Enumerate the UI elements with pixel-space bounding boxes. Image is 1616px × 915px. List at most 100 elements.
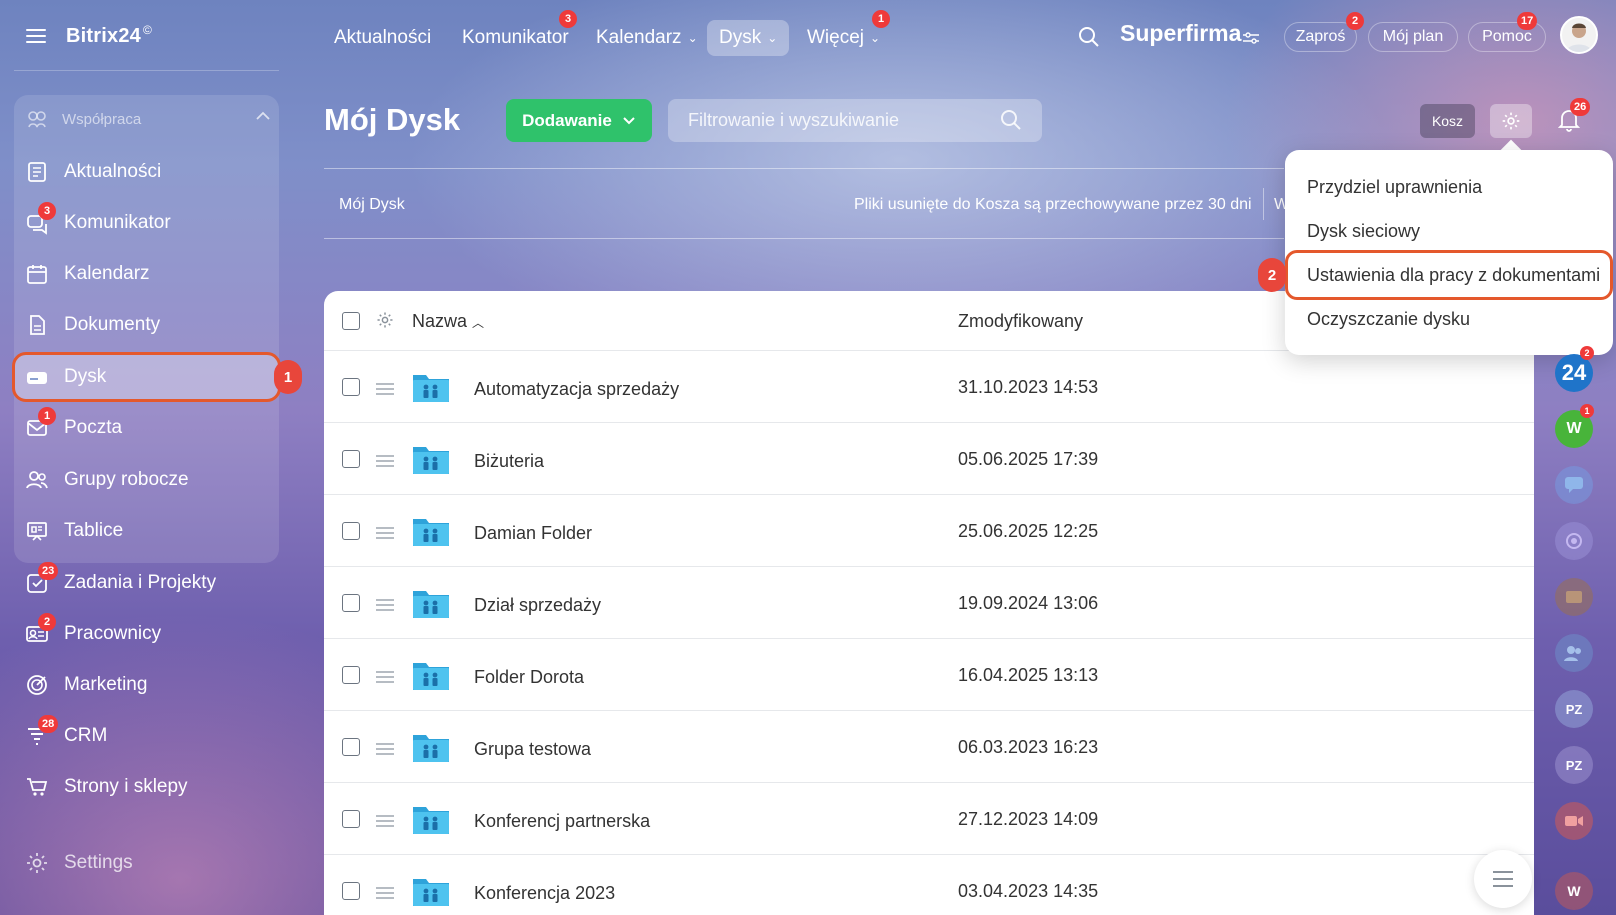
sidebar-item-tasks[interactable]: 23 Zadania i Projekty (14, 560, 279, 606)
row-checkbox[interactable] (342, 666, 360, 684)
chevron-down-icon: ⌄ (870, 31, 881, 45)
sidebar-item-employees[interactable]: 2 Pracownicy (14, 611, 279, 657)
table-row[interactable]: Konferencja 2023 03.04.2023 14:35 (324, 855, 1534, 915)
row-checkbox[interactable] (342, 738, 360, 756)
menu-item-permissions[interactable]: Przydziel uprawnienia (1307, 177, 1482, 198)
highlight-ring-document-settings (1285, 250, 1613, 300)
list-menu-button[interactable] (1474, 850, 1532, 908)
modified-date: 31.10.2023 14:53 (958, 377, 1099, 397)
drag-handle-icon[interactable] (376, 815, 394, 830)
sidebar-item-marketing[interactable]: Marketing (14, 662, 279, 708)
logo[interactable]: Bitrix24 (66, 25, 141, 48)
select-all-checkbox[interactable] (342, 312, 360, 330)
file-name[interactable]: Automatyzacja sprzedaży (474, 379, 679, 400)
sidebar-item-crm[interactable]: 28 CRM (14, 713, 279, 759)
table-row[interactable]: Folder Dorota 16.04.2025 13:13 (324, 639, 1534, 711)
user-avatar[interactable] (1560, 16, 1598, 54)
nav-item-drive[interactable]: Dysk ⌄ (707, 20, 790, 56)
shared-folder-icon (413, 591, 449, 618)
sidebar-item-label: Tablice (64, 520, 124, 541)
users-icon (26, 471, 48, 489)
drag-handle-icon[interactable] (376, 599, 394, 614)
table-row[interactable]: Konferencj partnerska 27.12.2023 14:09 (324, 783, 1534, 855)
file-name[interactable]: Folder Dorota (474, 667, 584, 688)
drag-handle-icon[interactable] (376, 455, 394, 470)
file-name[interactable]: Grupa testowa (474, 739, 591, 760)
gear-icon (27, 853, 47, 873)
drag-handle-icon[interactable] (376, 527, 394, 542)
sidebar-item-workgroups[interactable]: Grupy robocze (14, 457, 279, 503)
drag-handle-icon[interactable] (376, 743, 394, 758)
sidebar-item-mail[interactable]: 1 Poczta (14, 405, 279, 451)
sidebar-item-boards[interactable]: Tablice (14, 508, 279, 554)
sidebar-item-label: CRM (64, 725, 108, 746)
document-icon (30, 315, 45, 335)
filter-search-input[interactable]: Filtrowanie i wyszukiwanie (668, 99, 1042, 142)
video-call-rail-button[interactable] (1555, 802, 1593, 840)
file-name[interactable]: Damian Folder (474, 523, 592, 544)
table-row[interactable]: Dział sprzedaży 19.09.2024 13:06 (324, 567, 1534, 639)
nav-item-more[interactable]: Więcej ⌄ (807, 20, 880, 56)
invite-button[interactable]: Zaproś (1284, 22, 1357, 52)
company-name[interactable]: Superfirma (1120, 20, 1241, 47)
menu-item-clean-drive[interactable]: Oczyszczanie dysku (1307, 309, 1470, 330)
chevron-up-icon[interactable] (255, 110, 271, 122)
settings-button[interactable] (1490, 104, 1532, 138)
rail-badge: 1 (1580, 404, 1594, 418)
search-icon[interactable] (1078, 26, 1100, 48)
drag-handle-icon[interactable] (376, 887, 394, 902)
row-checkbox[interactable] (342, 882, 360, 900)
file-name[interactable]: Dział sprzedaży (474, 595, 601, 616)
user-w-rail-button[interactable]: W (1555, 872, 1593, 910)
shared-folder-icon (413, 735, 449, 762)
top-navigation: Aktualności Komunikator 3 Kalendarz ⌄ Dys… (296, 0, 1616, 70)
list-icon (1493, 871, 1513, 887)
column-modified[interactable]: Zmodyfikowany (958, 311, 1083, 332)
sidebar-item-documents[interactable]: Dokumenty (14, 302, 279, 348)
nav-item-news[interactable]: Aktualności (334, 20, 431, 56)
chat-rail-button[interactable] (1555, 466, 1593, 504)
sidebar-item-messenger[interactable]: 3 Komunikator (14, 200, 279, 246)
table-row[interactable]: Grupa testowa 06.03.2023 16:23 (324, 711, 1534, 783)
table-row[interactable]: Automatyzacja sprzedaży 31.10.2023 14:53 (324, 351, 1534, 423)
modified-date: 06.03.2023 16:23 (958, 737, 1099, 757)
table-row[interactable]: Damian Folder 25.06.2025 12:25 (324, 495, 1534, 567)
row-checkbox[interactable] (342, 522, 360, 540)
file-name[interactable]: Konferencj partnerska (474, 811, 650, 832)
row-checkbox[interactable] (342, 450, 360, 468)
nav-item-messenger[interactable]: Komunikator (462, 20, 569, 56)
news-icon (28, 162, 46, 182)
table-row[interactable]: Biżuteria 05.06.2025 17:39 (324, 423, 1534, 495)
drag-handle-icon[interactable] (376, 383, 394, 398)
add-button[interactable]: Dodawanie (506, 99, 652, 142)
menu-item-network-drive[interactable]: Dysk sieciowy (1307, 221, 1420, 242)
sidebar-item-settings[interactable]: Settings (14, 840, 279, 886)
menu-icon[interactable] (26, 29, 46, 43)
column-name[interactable]: Nazwa ︿ (412, 311, 484, 332)
user-pz-rail-button[interactable]: PZ (1555, 690, 1593, 728)
my-plan-button[interactable]: Mój plan (1368, 22, 1458, 52)
group-photo-rail-button[interactable] (1555, 578, 1593, 616)
copilot-rail-button[interactable] (1555, 522, 1593, 560)
user-pz-rail-button-2[interactable]: PZ (1555, 746, 1593, 784)
sidebar-item-news[interactable]: Aktualności (14, 149, 279, 195)
collaboration-group-header[interactable]: Współpraca (26, 108, 271, 130)
sidebar-item-label: Komunikator (64, 212, 171, 233)
sidebar-item-calendar[interactable]: Kalendarz (14, 251, 279, 297)
breadcrumb[interactable]: Mój Dysk (339, 196, 405, 214)
row-checkbox[interactable] (342, 810, 360, 828)
sliders-icon[interactable] (1242, 30, 1260, 46)
row-checkbox[interactable] (342, 378, 360, 396)
nav-item-calendar[interactable]: Kalendarz ⌄ (596, 20, 698, 56)
file-name[interactable]: Biżuteria (474, 451, 544, 472)
file-name[interactable]: Konferencja 2023 (474, 883, 615, 904)
row-checkbox[interactable] (342, 594, 360, 612)
gear-icon[interactable] (376, 311, 394, 329)
help-badge: 17 (1517, 12, 1538, 30)
search-icon[interactable] (1000, 109, 1022, 131)
nav-badge: 1 (872, 10, 890, 28)
trash-button[interactable]: Kosz (1420, 104, 1475, 138)
drag-handle-icon[interactable] (376, 671, 394, 686)
sidebar-item-sites[interactable]: Strony i sklepy (14, 764, 279, 810)
users-rail-button[interactable] (1555, 634, 1593, 672)
